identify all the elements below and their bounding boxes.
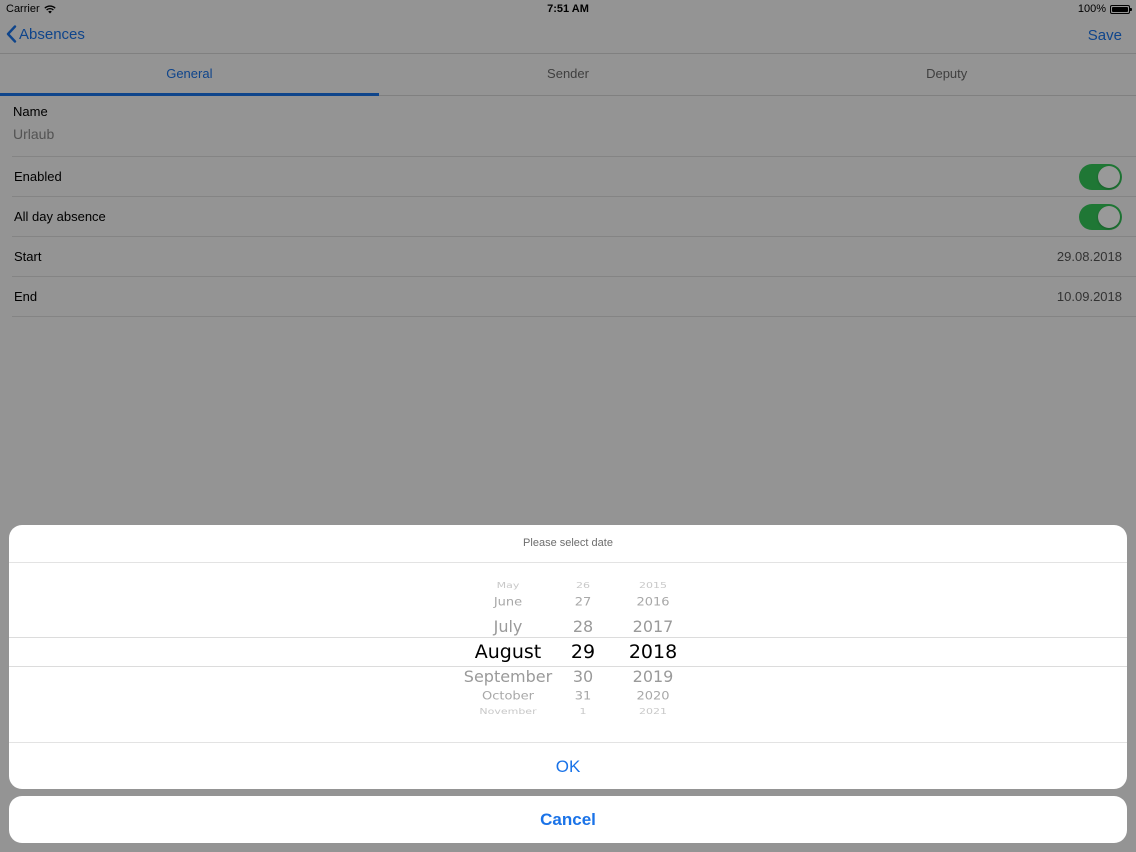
picker-day-selected[interactable]: 29: [563, 641, 603, 663]
ok-button[interactable]: OK: [9, 742, 1127, 789]
picker-month[interactable]: October: [449, 690, 567, 703]
picker-year-selected[interactable]: 2018: [621, 641, 685, 663]
picker-day[interactable]: 27: [563, 596, 603, 609]
month-column[interactable]: May June July August September October N…: [449, 563, 567, 741]
year-column[interactable]: 2015 2016 2017 2018 2019 2020 2021: [621, 563, 685, 741]
picker-month[interactable]: November: [449, 707, 567, 717]
picker-day[interactable]: 26: [563, 581, 603, 591]
picker-day[interactable]: 1: [563, 707, 603, 717]
picker-month[interactable]: September: [449, 667, 567, 686]
picker-month[interactable]: May: [449, 581, 567, 591]
picker-year[interactable]: 2019: [621, 667, 685, 686]
picker-year[interactable]: 2017: [621, 617, 685, 636]
picker-month[interactable]: June: [449, 596, 567, 609]
date-picker: May June July August September October N…: [9, 563, 1127, 741]
sheet-title: Please select date: [9, 525, 1127, 563]
picker-year[interactable]: 2016: [621, 596, 685, 609]
cancel-button[interactable]: Cancel: [9, 796, 1127, 843]
picker-day[interactable]: 31: [563, 690, 603, 703]
day-column[interactable]: 26 27 28 29 30 31 1: [563, 563, 603, 741]
picker-day[interactable]: 28: [563, 617, 603, 636]
picker-month[interactable]: July: [449, 617, 567, 636]
picker-year[interactable]: 2015: [621, 581, 685, 591]
picker-day[interactable]: 30: [563, 667, 603, 686]
picker-year[interactable]: 2020: [621, 690, 685, 703]
date-picker-sheet: Please select date May June July August …: [9, 525, 1127, 789]
picker-month-selected[interactable]: August: [449, 641, 567, 663]
picker-year[interactable]: 2021: [621, 707, 685, 717]
